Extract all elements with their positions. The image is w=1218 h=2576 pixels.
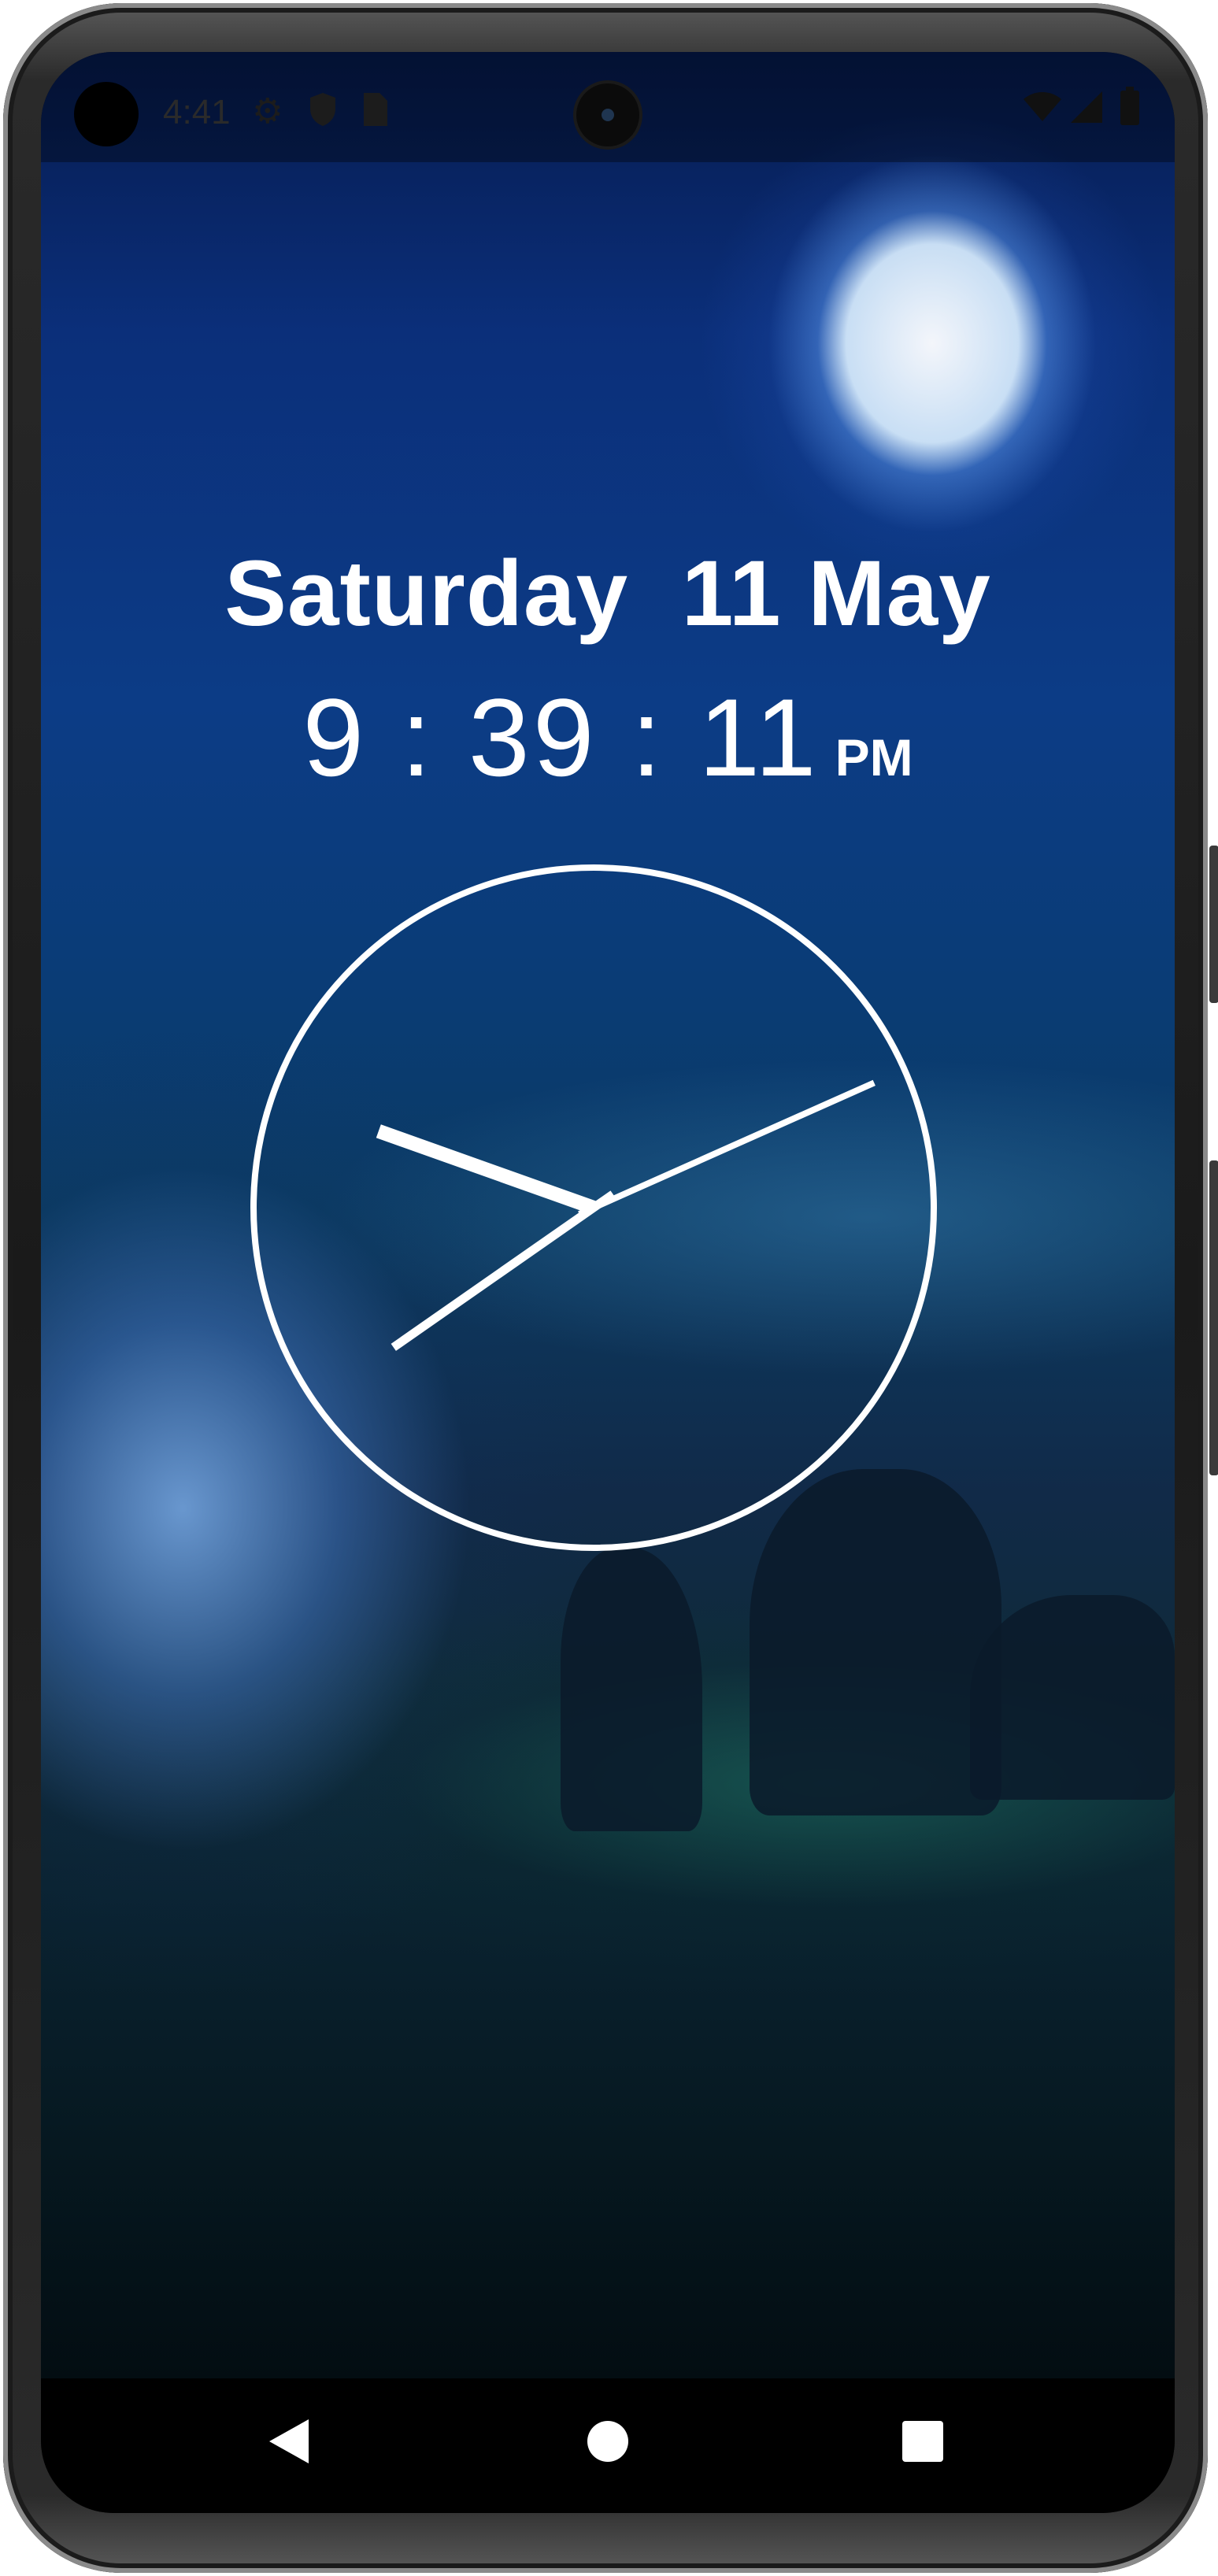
digital-clock: 9 : 39 : 11 PM	[41, 674, 1175, 801]
recents-icon[interactable]	[891, 2410, 954, 2473]
status-bar: 4:41 ⚙	[41, 52, 1175, 162]
minute-hand	[391, 1190, 616, 1351]
hour-hand	[376, 1124, 597, 1215]
battery-icon	[1120, 87, 1140, 135]
signal-icon	[1069, 90, 1104, 133]
volume-button	[1209, 846, 1218, 1003]
front-camera	[576, 83, 639, 146]
back-icon[interactable]	[260, 2410, 323, 2473]
rock-silhouette	[561, 1548, 702, 1831]
power-button	[1209, 1160, 1218, 1475]
digital-time: 9 : 39 : 11	[302, 675, 820, 799]
gear-icon: ⚙	[252, 92, 283, 131]
sim-card-icon	[361, 91, 389, 136]
home-icon[interactable]	[576, 2410, 639, 2473]
status-time: 4:41	[163, 93, 231, 131]
wifi-icon	[1022, 90, 1063, 131]
second-hand	[578, 1079, 876, 1217]
shield-icon	[307, 91, 339, 136]
analog-clock	[250, 864, 937, 1551]
navigation-bar	[41, 2378, 1175, 2513]
tree-silhouette	[970, 1595, 1175, 1800]
screen: 4:41 ⚙ Saturday 11 May 9 : 39 : 11 PM	[41, 52, 1175, 2513]
notification-dot	[74, 82, 139, 146]
ampm-indicator: PM	[835, 728, 913, 786]
lock-screen-date: Saturday 11 May	[224, 542, 991, 646]
phone-frame: 4:41 ⚙ Saturday 11 May 9 : 39 : 11 PM	[3, 3, 1218, 2573]
